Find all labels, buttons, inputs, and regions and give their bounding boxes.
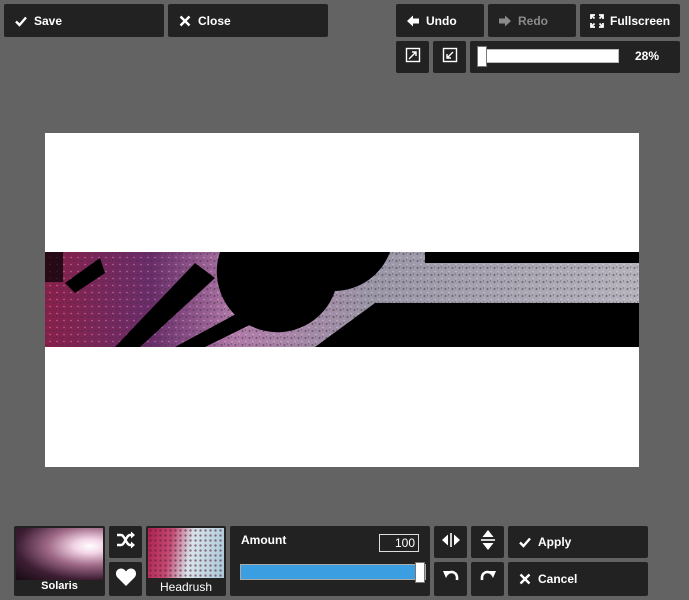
check-icon [517, 534, 533, 550]
image-canvas[interactable] [45, 133, 639, 467]
amount-slider-track[interactable] [240, 564, 426, 580]
heart-icon [115, 567, 137, 592]
apply-label: Apply [538, 535, 572, 549]
flip-horizontal-icon [441, 532, 461, 553]
apply-button[interactable]: Apply [508, 526, 648, 558]
flip-vertical-button[interactable] [471, 526, 504, 558]
redo-button[interactable]: Redo [488, 4, 576, 37]
canvas-image [45, 252, 639, 347]
cancel-label: Cancel [538, 572, 578, 586]
redo-arrow-icon [497, 13, 513, 29]
rotate-right-button[interactable] [471, 562, 504, 596]
amount-label: Amount [241, 533, 287, 547]
close-button[interactable]: Close [168, 4, 328, 37]
zoom-slider[interactable]: 28% [470, 41, 680, 73]
rotate-right-icon [479, 568, 497, 591]
solaris-preview [16, 528, 103, 580]
undo-label: Undo [426, 13, 457, 28]
close-icon [517, 571, 533, 587]
close-label: Close [198, 13, 231, 28]
save-button[interactable]: Save [4, 4, 164, 37]
favorite-button[interactable] [109, 562, 142, 596]
shuffle-icon [116, 531, 136, 554]
rotate-left-button[interactable] [434, 562, 467, 596]
fullscreen-label: Fullscreen [610, 13, 671, 28]
amount-input[interactable] [379, 534, 419, 552]
zoom-slider-track[interactable] [479, 49, 619, 63]
filter-thumbnail-solaris[interactable]: Solaris [14, 526, 105, 596]
shuffle-button[interactable] [109, 526, 142, 558]
save-label: Save [34, 13, 63, 28]
zoom-slider-handle[interactable] [477, 46, 487, 67]
zoom-in-icon [405, 47, 421, 68]
flip-vertical-icon [480, 529, 496, 556]
zoom-fit-icon [442, 47, 458, 68]
amount-slider-handle[interactable] [415, 562, 425, 583]
flip-horizontal-button[interactable] [434, 526, 467, 558]
solaris-label: Solaris [41, 580, 78, 592]
zoom-value: 28% [635, 49, 660, 63]
check-icon [13, 13, 29, 29]
fullscreen-icon [589, 13, 605, 29]
amount-panel: Amount [230, 526, 430, 596]
close-icon [177, 13, 193, 29]
fullscreen-button[interactable]: Fullscreen [580, 4, 680, 37]
filter-thumbnail-headrush[interactable]: Headrush [146, 526, 226, 596]
rotate-left-icon [442, 568, 460, 591]
zoom-in-button[interactable] [396, 41, 429, 73]
undo-button[interactable]: Undo [396, 4, 484, 37]
redo-label: Redo [518, 13, 548, 28]
zoom-fit-button[interactable] [433, 41, 466, 73]
headrush-preview [148, 528, 224, 578]
cancel-button[interactable]: Cancel [508, 562, 648, 596]
headrush-label: Headrush [159, 580, 213, 594]
undo-arrow-icon [405, 13, 421, 29]
